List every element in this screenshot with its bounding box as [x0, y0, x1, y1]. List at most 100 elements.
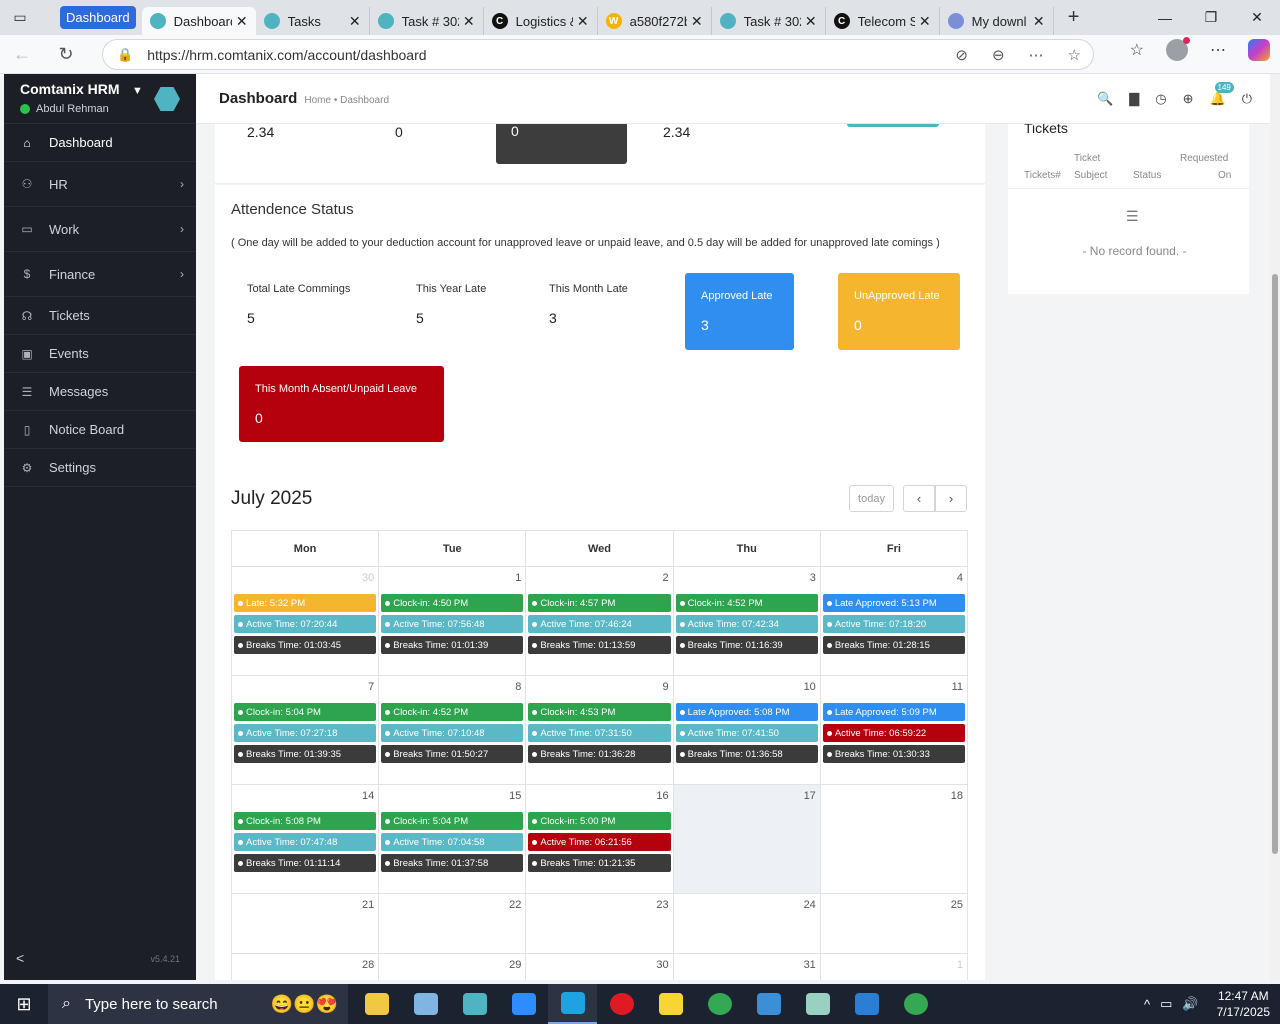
refresh-icon[interactable]: ↻ — [44, 44, 88, 65]
calendar-event-breaks[interactable]: Breaks Time: 01:50:27 — [381, 745, 524, 763]
taskbar-app-icon[interactable] — [793, 984, 842, 1024]
calendar-event-breaks[interactable]: Breaks Time: 01:36:28 — [528, 745, 671, 763]
calendar-event-breaks[interactable]: Breaks Time: 01:11:14 — [234, 854, 377, 872]
calendar-day-cell[interactable]: 18 — [821, 785, 967, 893]
calendar-day-number[interactable]: 30 — [656, 959, 668, 971]
sidebar-item-messages[interactable]: ☰ Messages — [4, 373, 196, 411]
calendar-day-number[interactable]: 28 — [362, 959, 374, 971]
calendar-day-number[interactable]: 8 — [515, 681, 521, 693]
profile-avatar[interactable] — [1166, 37, 1190, 61]
absent-unpaid-tile[interactable]: This Month Absent/Unpaid Leave 0 — [239, 366, 444, 442]
calendar-event-clockin[interactable]: Clock-in: 5:04 PM — [381, 812, 524, 830]
calendar-day-number[interactable]: 2 — [662, 572, 668, 584]
sidebar-item-hr[interactable]: ⚇ HR › — [4, 162, 196, 207]
taskbar-app-icon[interactable] — [597, 984, 646, 1024]
calendar-day-number[interactable]: 23 — [656, 899, 668, 911]
calendar-day-cell[interactable]: 29 — [379, 954, 527, 980]
calendar-day-cell[interactable]: 1 — [821, 954, 967, 980]
taskbar-app-icon[interactable] — [744, 984, 793, 1024]
clock-icon[interactable]: ◷ — [1155, 91, 1166, 107]
calendar-day-number[interactable]: 3 — [810, 572, 816, 584]
tickets-col-number[interactable]: Tickets# — [1024, 167, 1061, 184]
tab-group-label[interactable]: Dashboard — [60, 6, 136, 29]
copilot-icon[interactable] — [1248, 39, 1270, 61]
sidebar-item-tickets[interactable]: ☊ Tickets — [4, 297, 196, 335]
calendar-day-cell[interactable]: 16 Clock-in: 5:00 PM Active Time: 06:21:56… — [526, 785, 674, 893]
new-tab-icon[interactable]: + — [1054, 6, 1094, 29]
calendar-day-number[interactable]: 17 — [804, 790, 816, 802]
calendar-day-number[interactable]: 10 — [804, 681, 816, 693]
calendar-day-cell[interactable]: 4 Late Approved: 5:13 PM Active Time: 07:1… — [821, 567, 967, 675]
url-text[interactable]: https://hrm.comtanix.com/account/dashboa… — [147, 47, 426, 63]
sidebar-item-finance[interactable]: $ Finance › — [4, 252, 196, 297]
browser-tab[interactable]: C Telecom S ✕ — [826, 7, 940, 35]
close-tab-icon[interactable]: ✕ — [349, 13, 361, 30]
favorite-star-icon[interactable]: ☆ — [1068, 46, 1081, 64]
calendar-day-number[interactable]: 1 — [515, 572, 521, 584]
close-tab-icon[interactable]: ✕ — [805, 13, 817, 30]
calendar-event-clockin[interactable]: Clock-in: 4:52 PM — [675, 594, 818, 612]
taskbar-clock[interactable]: 12:47 AM 7/17/2025 — [1217, 988, 1270, 1020]
close-tab-icon[interactable]: ✕ — [691, 13, 703, 30]
tickets-col-requested-2[interactable]: On — [1218, 167, 1231, 184]
browser-tab[interactable]: C Logistics & ✕ — [484, 7, 598, 35]
browser-tab[interactable]: Dashboard ✕ — [141, 7, 256, 35]
calendar-event-active[interactable]: Active Time: 07:42:34 — [675, 615, 818, 633]
sidebar-item-work[interactable]: ▭ Work › — [4, 207, 196, 252]
calendar-event-active[interactable]: Active Time: 07:27:18 — [234, 724, 377, 742]
calendar-day-cell[interactable]: 11 Late Approved: 5:09 PM Active Time: 06:… — [821, 676, 967, 784]
calendar-day-cell[interactable]: 22 — [379, 894, 527, 953]
tickets-col-status[interactable]: Status — [1133, 167, 1161, 184]
taskbar-app-icon[interactable] — [499, 984, 548, 1024]
reader-icon[interactable]: ⋯ — [1029, 46, 1044, 64]
page-scrollbar[interactable] — [1270, 74, 1280, 980]
calendar-day-cell[interactable]: 3 Clock-in: 4:52 PM Active Time: 07:42:34 B… — [674, 567, 821, 675]
calendar-day-number[interactable]: 15 — [509, 790, 521, 802]
calendar-day-cell[interactable]: 21 — [232, 894, 380, 953]
calendar-day-cell[interactable]: 30 Late: 5:32 PM Active Time: 07:20:44 Brea… — [232, 567, 380, 675]
calendar-event-clockin[interactable]: Clock-in: 5:00 PM — [528, 812, 671, 830]
tray-chevron-icon[interactable]: ^ — [1144, 997, 1150, 1012]
lock-icon[interactable]: 🔒 — [117, 47, 133, 63]
calendar-day-cell[interactable]: 10 Late Approved: 5:08 PM Active Time: 07:… — [674, 676, 821, 784]
tickets-col-subject-2[interactable]: Subject — [1074, 167, 1107, 184]
calendar-event-clockin[interactable]: Clock-in: 4:52 PM — [381, 703, 524, 721]
calendar-day-number[interactable]: 21 — [362, 899, 374, 911]
calendar-day-number[interactable]: 18 — [951, 790, 963, 802]
calendar-day-cell[interactable]: 24 — [674, 894, 821, 953]
browser-tab[interactable]: Task # 302 ✕ — [712, 7, 826, 35]
calendar-event-approved[interactable]: Late Approved: 5:09 PM — [822, 703, 966, 721]
notification-bell-icon[interactable]: 🔔 149 — [1210, 81, 1234, 107]
sidebar-item-notice-board[interactable]: ▯ Notice Board — [4, 411, 196, 449]
calendar-event-clockin[interactable]: Clock-in: 4:53 PM — [528, 703, 671, 721]
calendar-event-active[interactable]: Active Time: 07:56:48 — [381, 615, 524, 633]
calendar-day-number[interactable]: 16 — [656, 790, 668, 802]
tracking-icon[interactable]: ⊘ — [955, 46, 968, 64]
app-name[interactable]: Comtanix HRM — [20, 81, 120, 97]
taskbar-app-icon[interactable] — [450, 984, 499, 1024]
logout-icon[interactable]: ⏻ — [1242, 91, 1252, 107]
calendar-event-clockin[interactable]: Clock-in: 5:04 PM — [234, 703, 377, 721]
calendar-event-breaks[interactable]: Breaks Time: 01:28:15 — [822, 636, 966, 654]
calendar-event-late[interactable]: Late: 5:32 PM — [234, 594, 377, 612]
calendar-day-cell[interactable]: 9 Clock-in: 4:53 PM Active Time: 07:31:50 B… — [526, 676, 674, 784]
taskbar-app-icon[interactable] — [695, 984, 744, 1024]
calendar-event-breaks[interactable]: Breaks Time: 01:37:58 — [381, 854, 524, 872]
approved-late-tile[interactable]: Approved Late 3 — [685, 273, 794, 350]
calendar-day-cell[interactable]: 25 — [821, 894, 967, 953]
minimize-icon[interactable]: — — [1142, 0, 1188, 35]
calendar-day-number[interactable]: 14 — [362, 790, 374, 802]
calendar-day-number[interactable]: 1 — [957, 959, 963, 971]
browser-tab[interactable]: Task # 302 ✕ — [370, 7, 484, 35]
browser-tab[interactable]: My downl ✕ — [940, 7, 1054, 35]
calendar-day-cell[interactable]: 31 — [674, 954, 821, 980]
network-icon[interactable]: ▭ — [1160, 996, 1172, 1012]
calendar-event-active[interactable]: Active Time: 07:41:50 — [675, 724, 818, 742]
calendar-day-number[interactable]: 24 — [804, 899, 816, 911]
calendar-event-approved[interactable]: Late Approved: 5:08 PM — [675, 703, 818, 721]
calendar-day-number[interactable]: 4 — [957, 572, 963, 584]
url-bar[interactable]: 🔒 https://hrm.comtanix.com/account/dashb… — [102, 39, 1094, 70]
calendar-day-number[interactable]: 31 — [804, 959, 816, 971]
close-tab-icon[interactable]: ✕ — [463, 13, 475, 30]
tab-actions-icon[interactable]: ▭ — [0, 0, 40, 35]
